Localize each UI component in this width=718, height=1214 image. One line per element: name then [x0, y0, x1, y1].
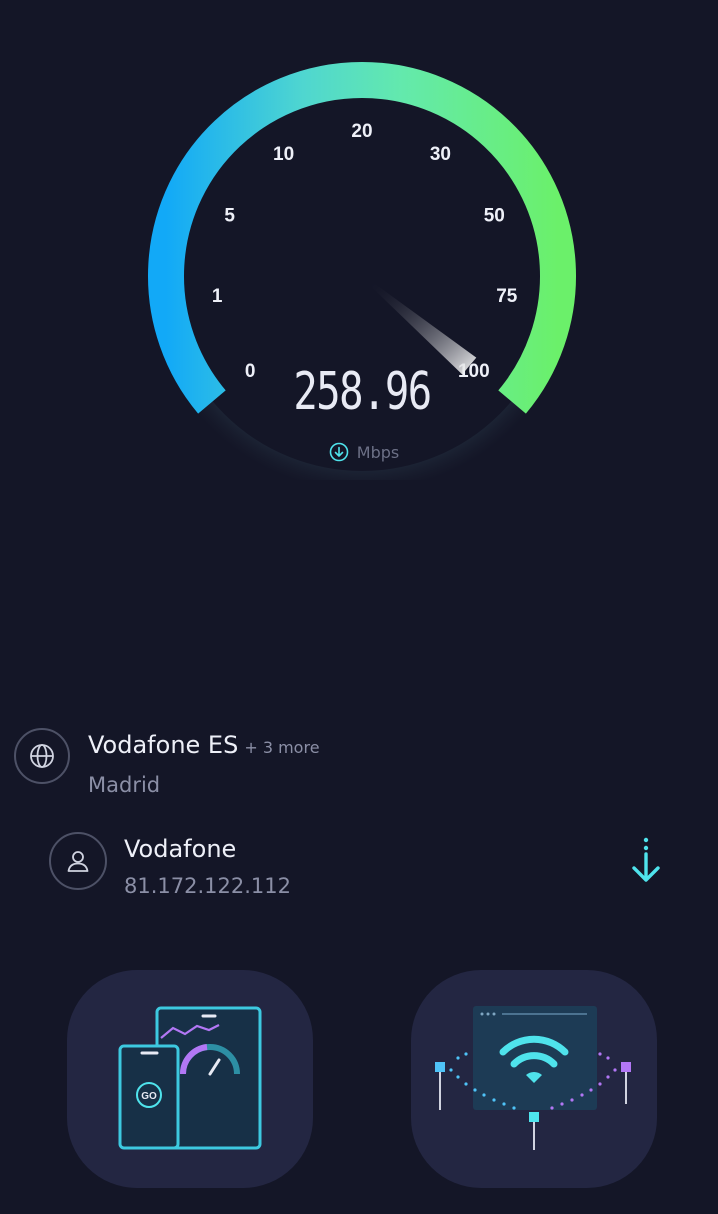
- server-selector[interactable]: Vodafone ES + 3 more Madrid: [14, 728, 320, 797]
- go-label: GO: [141, 1091, 157, 1102]
- download-icon: [329, 442, 349, 462]
- gauge-needle: [368, 280, 477, 375]
- server-name: Vodafone ES: [88, 731, 239, 759]
- gauge-scale-label: 5: [224, 205, 235, 226]
- multi-device-test-card[interactable]: GO: [67, 970, 313, 1188]
- arrow-down-icon[interactable]: [626, 836, 666, 886]
- unit-label: Mbps: [356, 442, 400, 462]
- devices-speedtest-icon: GO: [118, 1006, 262, 1150]
- provider-info: Vodafone 81.172.122.112: [49, 832, 291, 898]
- gauge-scale-label: 75: [496, 286, 518, 307]
- gauge-scale-label: 30: [430, 144, 451, 165]
- gauge-scale-label: 20: [351, 121, 372, 142]
- wifi-network-icon: [435, 1006, 631, 1150]
- gauge-scale: 0151020305075100: [212, 121, 518, 382]
- provider-name: Vodafone: [124, 835, 237, 863]
- gauge-scale-label: 10: [273, 144, 294, 165]
- unit-row: Mbps: [0, 442, 718, 462]
- gauge-scale-label: 1: [212, 286, 223, 307]
- globe-icon: [14, 728, 70, 784]
- more-servers-link[interactable]: + 3 more: [244, 738, 319, 757]
- server-location: Madrid: [88, 773, 161, 797]
- wifi-network-card[interactable]: [411, 970, 657, 1188]
- provider-ip: 81.172.122.112: [124, 874, 291, 898]
- gauge-scale-label: 50: [484, 205, 505, 226]
- speedtest-screen: 0 1 5 10 20 30 50 75 100 258.96 Mbps Vodafone ES…: [0, 0, 718, 1214]
- speed-value: 258.96: [293, 362, 432, 422]
- user-icon: [49, 832, 107, 890]
